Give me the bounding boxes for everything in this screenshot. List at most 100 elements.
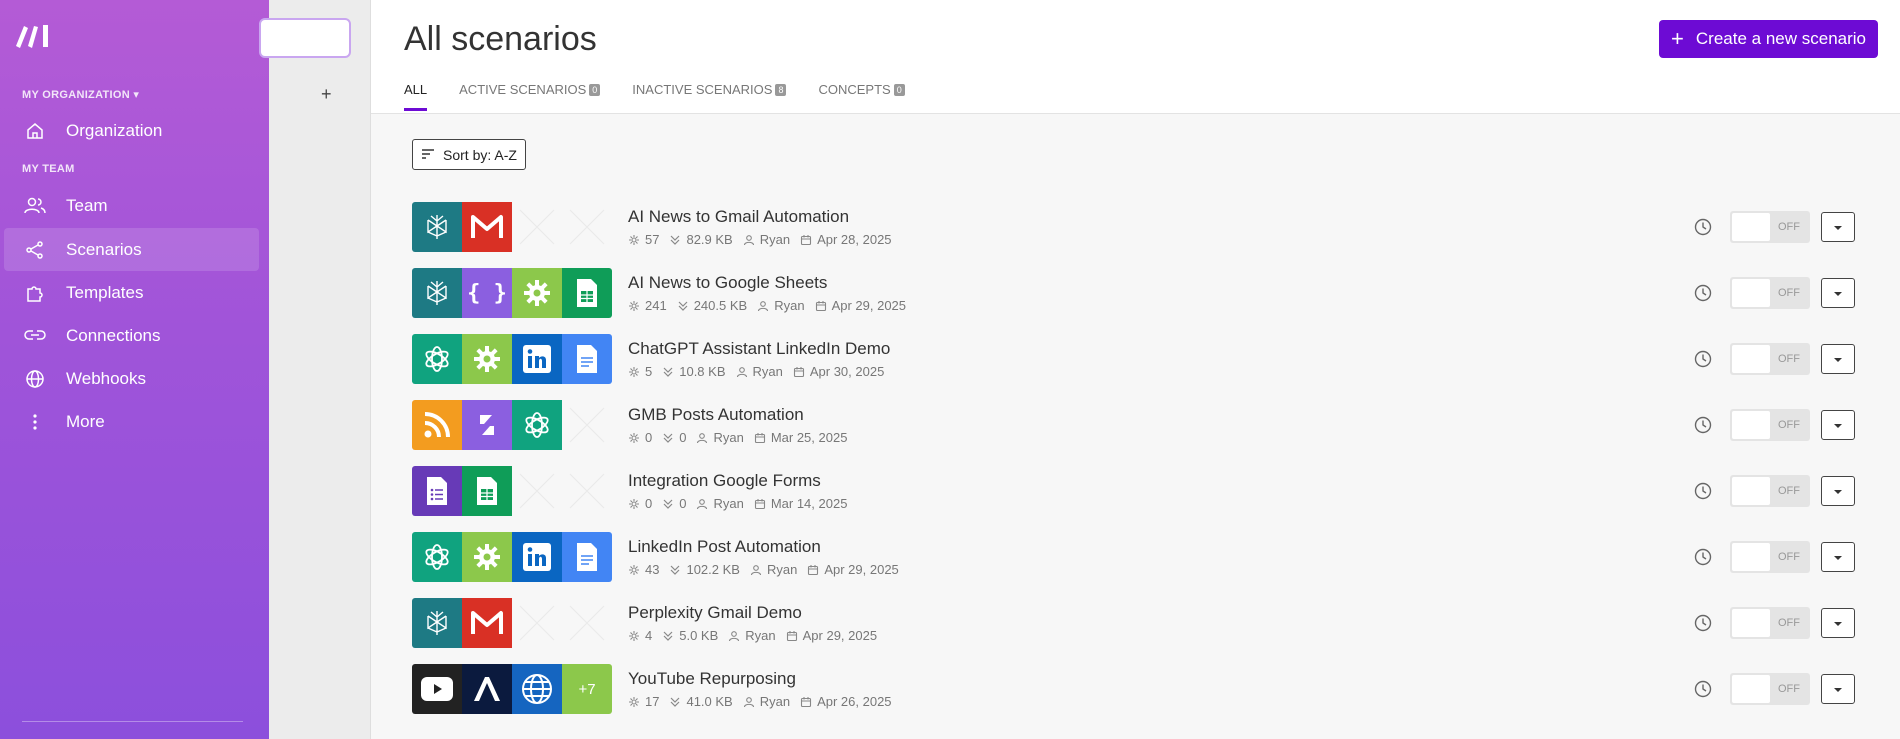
org-heading: MY ORGANIZATION	[22, 89, 130, 101]
schedule-clock-icon[interactable]	[1694, 548, 1712, 566]
scenario-name[interactable]: YouTube Repurposing	[628, 669, 796, 689]
scenario-row[interactable]: +7 YouTube Repurposing 17 41.0 KB Ryan Apr 26…	[412, 664, 1855, 714]
make-logo-icon[interactable]	[14, 20, 54, 50]
toggle-knob	[1732, 279, 1770, 307]
scenario-options-button[interactable]	[1821, 608, 1855, 638]
scenario-name[interactable]: AI News to Gmail Automation	[628, 207, 849, 227]
last-edited-date: Apr 30, 2025	[809, 364, 885, 379]
caret-down-icon	[1833, 218, 1843, 236]
folder-search-input[interactable]	[259, 18, 351, 58]
scenario-row[interactable]: Integration Google Forms 0 0 Ryan Mar 14, 20…	[412, 466, 1855, 516]
operations-count-group: 0	[628, 430, 652, 445]
scenario-meta: 241 240.5 KB Ryan Apr 29, 2025	[628, 298, 916, 313]
scenario-row[interactable]: ChatGPT Assistant LinkedIn Demo 5 10.8 KB R…	[412, 334, 1855, 384]
add-folder-button[interactable]: +	[321, 84, 332, 105]
sort-label: Sort by: A-Z	[443, 146, 517, 163]
scenario-toggle[interactable]: OFF	[1730, 343, 1810, 375]
google-forms-icon	[412, 466, 462, 516]
schedule-clock-icon[interactable]	[1694, 284, 1712, 302]
schedule-clock-icon[interactable]	[1694, 614, 1712, 632]
schedule-clock-icon[interactable]	[1694, 680, 1712, 698]
data-transfer: 240.5 KB	[693, 298, 748, 313]
empty-app-slot-icon	[562, 598, 612, 648]
tab-all[interactable]: ALL	[404, 82, 428, 111]
scenario-options-button[interactable]	[1821, 410, 1855, 440]
scenario-name[interactable]: Integration Google Forms	[628, 471, 821, 491]
sidebar-item-scenarios[interactable]: Scenarios	[4, 228, 259, 271]
toggle-status-label: OFF	[1778, 221, 1800, 233]
last-edited-date: Apr 29, 2025	[824, 562, 899, 577]
operations-count: 17	[645, 694, 660, 709]
operations-count-group: 0	[628, 496, 652, 511]
sidebar-item-connections[interactable]: Connections	[4, 314, 259, 357]
owner-name-group: Ryan	[750, 562, 797, 577]
tab-concepts[interactable]: CONCEPTS 0	[818, 82, 905, 111]
sidebar: MY ORGANIZATION ▾ Organization MY TEAM T…	[0, 0, 269, 739]
tab-count-badge: 0	[893, 83, 905, 96]
scenario-toggle[interactable]: OFF	[1730, 541, 1810, 573]
scenario-name[interactable]: GMB Posts Automation	[628, 405, 804, 425]
scenario-options-button[interactable]	[1821, 212, 1855, 242]
sidebar-item-webhooks[interactable]: Webhooks	[4, 357, 259, 400]
scenario-row[interactable]: AI News to Gmail Automation 57 82.9 KB Ryan…	[412, 202, 1855, 252]
scenario-meta: 0 0 Ryan Mar 25, 2025	[628, 430, 857, 445]
scenario-name[interactable]: LinkedIn Post Automation	[628, 537, 821, 557]
sidebar-item-templates[interactable]: Templates	[4, 271, 259, 314]
last-edited-date-group: Apr 29, 2025	[786, 628, 877, 643]
scenario-toggle[interactable]: OFF	[1730, 607, 1810, 639]
scenario-name[interactable]: Perplexity Gmail Demo	[628, 603, 802, 623]
sort-button[interactable]: Sort by: A-Z	[412, 139, 526, 170]
sidebar-item-team[interactable]: Team	[4, 184, 259, 227]
data-transfer: 10.8 KB	[679, 364, 726, 379]
scenario-name[interactable]: AI News to Google Sheets	[628, 273, 827, 293]
sidebar-item-organization[interactable]: Organization	[4, 109, 259, 152]
scenario-row[interactable]: { } AI News to Google Sheets 241 240.5 KB Ry…	[412, 268, 1855, 318]
last-edited-date-group: Apr 28, 2025	[800, 232, 892, 247]
gmail-icon	[462, 598, 512, 648]
data-transfer-group: 0	[662, 496, 686, 511]
anthropic-icon	[462, 664, 512, 714]
scenario-name[interactable]: ChatGPT Assistant LinkedIn Demo	[628, 339, 890, 359]
schedule-clock-icon[interactable]	[1694, 350, 1712, 368]
tab-count-badge: 8	[775, 83, 787, 96]
more-apps-count: +7	[562, 664, 612, 714]
tab-count-badge: 0	[589, 83, 601, 96]
empty-app-slot-icon	[512, 202, 562, 252]
caret-down-icon	[1833, 284, 1843, 302]
user-icon	[750, 564, 762, 576]
schedule-clock-icon[interactable]	[1694, 218, 1712, 236]
scenario-options-button[interactable]	[1821, 476, 1855, 506]
operations-count: 0	[645, 496, 653, 511]
operations-count-group: 57	[628, 232, 659, 247]
sidebar-item-label: Organization	[66, 120, 163, 140]
scenario-toggle[interactable]: OFF	[1730, 475, 1810, 507]
scenario-toggle[interactable]: OFF	[1730, 673, 1810, 705]
schedule-clock-icon[interactable]	[1694, 482, 1712, 500]
sidebar-item-label: More	[66, 411, 105, 431]
openai-icon	[412, 532, 462, 582]
org-switcher[interactable]: MY ORGANIZATION ▾	[22, 88, 139, 101]
scenario-options-button[interactable]	[1821, 344, 1855, 374]
linkedin-icon	[512, 532, 562, 582]
schedule-clock-icon[interactable]	[1694, 416, 1712, 434]
scenario-options-button[interactable]	[1821, 674, 1855, 704]
scenario-row[interactable]: LinkedIn Post Automation 43 102.2 KB Ryan Ap…	[412, 532, 1855, 582]
scenario-row[interactable]: Perplexity Gmail Demo 4 5.0 KB Ryan Apr 29, …	[412, 598, 1855, 648]
data-transfer-group: 41.0 KB	[669, 694, 733, 709]
operations-icon	[628, 234, 640, 246]
data-transfer: 102.2 KB	[686, 562, 740, 577]
sidebar-item-more[interactable]: More	[4, 400, 259, 443]
data-transfer-icon	[669, 564, 681, 576]
scenario-row[interactable]: GMB Posts Automation 0 0 Ryan Mar 25, 2025 OF…	[412, 400, 1855, 450]
scenario-toggle[interactable]: OFF	[1730, 409, 1810, 441]
scenario-toggle[interactable]: OFF	[1730, 277, 1810, 309]
tab-inactive-scenarios[interactable]: INACTIVE SCENARIOS 8	[632, 82, 787, 111]
toggle-status-label: OFF	[1778, 683, 1800, 695]
create-scenario-button[interactable]: + Create a new scenario	[1659, 20, 1878, 58]
scenario-toggle[interactable]: OFF	[1730, 211, 1810, 243]
tab-active-scenarios[interactable]: ACTIVE SCENARIOS 0	[459, 82, 601, 111]
tab-label: INACTIVE SCENARIOS	[632, 82, 773, 97]
puzzle-icon	[22, 280, 48, 306]
scenario-options-button[interactable]	[1821, 542, 1855, 572]
scenario-options-button[interactable]	[1821, 278, 1855, 308]
